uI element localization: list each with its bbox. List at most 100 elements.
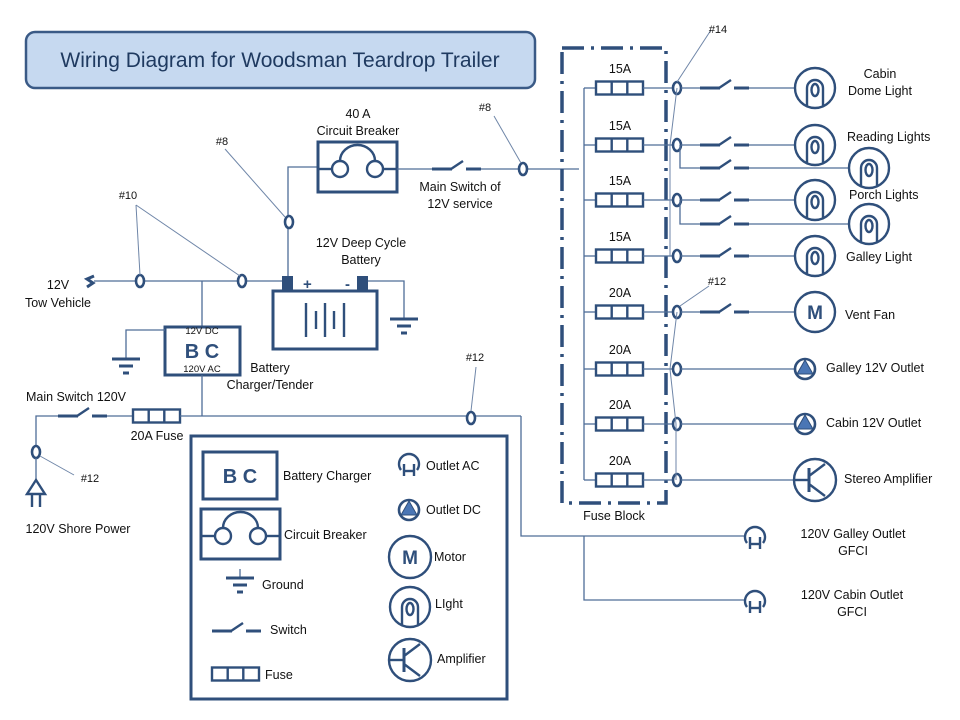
- gauge-ring: [671, 361, 683, 377]
- main-switch-12v-label-2: 12V service: [427, 197, 492, 211]
- load-label: Reading Lights: [847, 130, 930, 144]
- main-switch-12v-label-1: Main Switch of: [419, 180, 501, 194]
- fuse-icon: [594, 248, 645, 264]
- light-icon: [793, 123, 837, 167]
- load-label: Porch Lights: [849, 188, 918, 202]
- legend-amplifier: Amplifier: [437, 652, 486, 666]
- light-icon: [793, 66, 837, 110]
- legend-fuse: Fuse: [265, 668, 293, 682]
- gauge-ring: [465, 410, 477, 426]
- gauge-label-shore: #12: [81, 473, 99, 485]
- load-label: Cabin 12V Outlet: [826, 416, 922, 430]
- wiring-diagram: Wiring Diagram for Woodsman Teardrop Tra…: [24, 24, 932, 701]
- fuse-rating-label: 15A: [609, 230, 632, 244]
- load-label: Stereo Amplifier: [844, 472, 932, 486]
- breaker-label-2: Circuit Breaker: [317, 124, 400, 138]
- shore-power-plug-icon: [24, 477, 48, 507]
- gauge-label-main: #8: [479, 102, 491, 114]
- gauge-label-ac-feed: #12: [466, 352, 484, 364]
- light-icon: [793, 234, 837, 278]
- outlet-ac-icon-cabin: [743, 589, 767, 615]
- gauge-ring: [517, 161, 529, 177]
- gauge-ring: [671, 416, 683, 432]
- legend-outlet-ac: Outlet AC: [426, 459, 480, 473]
- light-icon-reading-2: [847, 146, 891, 190]
- light-icon-porch-2: [847, 202, 891, 246]
- tow-vehicle-connector: [83, 274, 96, 289]
- fuse-icon: [594, 80, 645, 96]
- legend-outlet-dc-icon: [397, 498, 421, 522]
- outlet-ac-icon-galley: [743, 525, 767, 551]
- tow-vehicle-label-2: Tow Vehicle: [25, 296, 91, 310]
- legend-light: LIght: [435, 597, 463, 611]
- fuse-rating-label: 15A: [609, 174, 632, 188]
- load-label: Dome Light: [848, 84, 912, 98]
- legend-bc-abbr: B C: [223, 466, 257, 488]
- fuse-block-outline: [560, 46, 668, 505]
- battery: [271, 276, 379, 351]
- legend-circuit-breaker: Circuit Breaker: [284, 528, 367, 542]
- ac-outlet-cabin-label-2: GFCI: [837, 605, 867, 619]
- ac-outlet-cabin-label-1: 120V Cabin Outlet: [801, 588, 904, 602]
- light-icon: [793, 178, 837, 222]
- gauge-label-battery: #8: [216, 136, 228, 148]
- outlet-dc-icon: [793, 357, 817, 381]
- fuse-block-label: Fuse Block: [583, 509, 646, 523]
- fuse-rating-label: 20A: [609, 398, 632, 412]
- main-switch-120v-label: Main Switch 120V: [26, 390, 127, 404]
- battery-positive: +: [303, 276, 312, 293]
- switch-icon: [698, 302, 751, 314]
- amplifier-icon: [792, 457, 838, 503]
- shore-power-label: 120V Shore Power: [26, 522, 131, 536]
- battery-label-2: Battery: [341, 253, 381, 267]
- battery-negative: -: [345, 276, 350, 293]
- fuse-rating-label: 15A: [609, 119, 632, 133]
- charger-ac-label: 120V AC: [183, 364, 221, 375]
- fuse-rating-label: 20A: [609, 286, 632, 300]
- charger-dc-label: 12V DC: [185, 326, 218, 337]
- motor-glyph: M: [807, 303, 823, 324]
- ground-icon: [388, 308, 420, 335]
- title-box: Wiring Diagram for Woodsman Teardrop Tra…: [24, 30, 537, 90]
- fuse-icon: [594, 137, 645, 153]
- fuse-icon: [594, 192, 645, 208]
- fuse-icon: [594, 416, 645, 432]
- fuse-icon: [594, 361, 645, 377]
- switch-icon: [698, 78, 751, 90]
- switch-icon-reading-2: [698, 158, 751, 170]
- legend-battery-charger: Battery Charger: [283, 469, 371, 483]
- legend-outlet-dc: Outlet DC: [426, 503, 481, 517]
- gauge-ring: [671, 248, 683, 264]
- ac-outlet-galley-label-1: 120V Galley Outlet: [801, 527, 906, 541]
- switch-icon: [698, 135, 751, 147]
- page-title: Wiring Diagram for Woodsman Teardrop Tra…: [60, 49, 499, 72]
- fuse-icon: [594, 304, 645, 320]
- load-label: Vent Fan: [845, 308, 895, 322]
- fuse-icon: [594, 472, 645, 488]
- gauge-ring: [236, 273, 248, 289]
- switch-icon-porch-2: [698, 214, 751, 226]
- fuse-rating-label: 15A: [609, 62, 632, 76]
- load-label: Cabin: [864, 67, 897, 81]
- load-label: Galley 12V Outlet: [826, 361, 924, 375]
- fuse-20a-main: [131, 408, 182, 424]
- ac-outlet-galley-label-2: GFCI: [838, 544, 868, 558]
- gauge-ring: [30, 444, 42, 460]
- gauge-ring: [671, 472, 683, 488]
- gauge-label-loads: #12: [708, 276, 726, 288]
- legend-motor: Motor: [434, 550, 466, 564]
- charger-label-1: Battery: [250, 361, 290, 375]
- battery-label-1: 12V Deep Cycle: [316, 236, 406, 250]
- circuit-breaker-40a: [316, 140, 399, 194]
- load-label: Galley Light: [846, 250, 913, 264]
- tow-vehicle-label-1: 12V: [47, 278, 70, 292]
- gauge-label-lights: #14: [709, 24, 727, 36]
- charger-label-2: Charger/Tender: [227, 378, 314, 392]
- legend-motor-glyph: M: [402, 548, 418, 569]
- gauge-ring: [283, 214, 295, 230]
- fuse-rating-label: 20A: [609, 343, 632, 357]
- outlet-dc-icon: [793, 412, 817, 436]
- fuse-20a-label: 20A Fuse: [131, 429, 184, 443]
- gauge-label-tow: #10: [119, 190, 137, 202]
- legend-switch: Switch: [270, 623, 307, 637]
